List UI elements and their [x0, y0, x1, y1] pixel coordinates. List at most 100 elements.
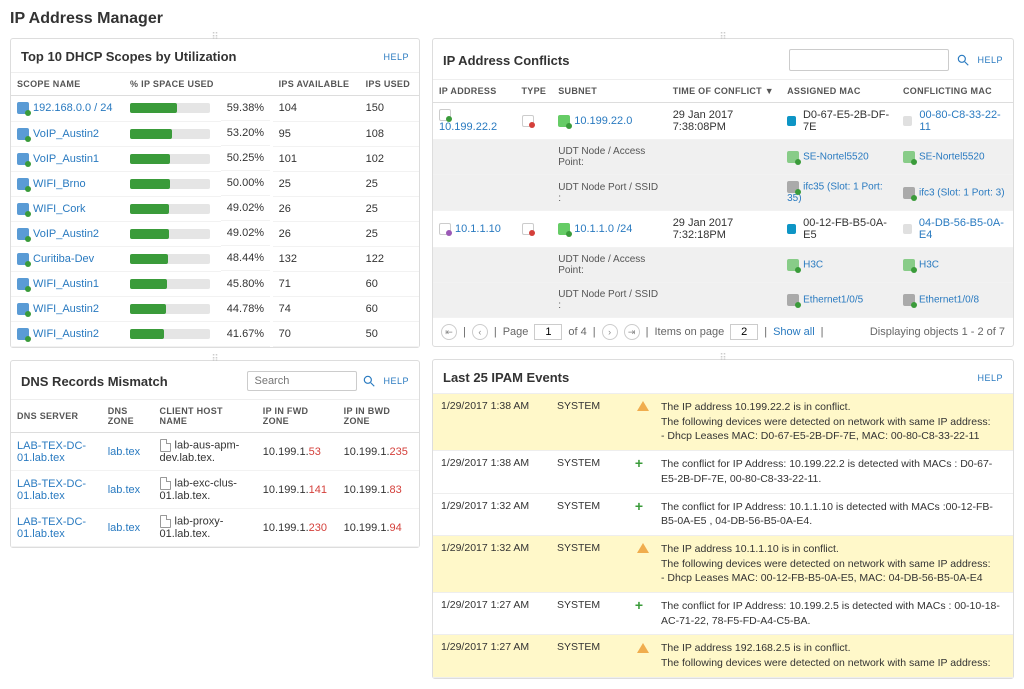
col-subnet[interactable]: SUBNET: [552, 80, 666, 103]
pct-used-value: 59.38%: [221, 96, 270, 121]
dns-zone-link[interactable]: lab.tex: [108, 446, 140, 458]
col-conflicting-mac[interactable]: CONFLICTING MAC: [897, 80, 1013, 103]
usage-bar: [130, 154, 210, 164]
scope-name-link[interactable]: WIFI_Austin2: [33, 328, 99, 340]
scope-name-link[interactable]: 192.168.0.0 / 24: [33, 102, 113, 114]
col-type[interactable]: TYPE: [516, 80, 553, 103]
col-assigned-mac[interactable]: ASSIGNED MAC: [781, 80, 897, 103]
usage-bar: [130, 179, 210, 189]
pct-used-value: 45.80%: [221, 272, 270, 297]
scope-name-link[interactable]: Curitiba-Dev: [33, 253, 94, 265]
help-link[interactable]: HELP: [977, 373, 1003, 383]
scope-name-link[interactable]: WIFI_Cork: [33, 203, 86, 215]
scope-name-link[interactable]: WIFI_Austin2: [33, 303, 99, 315]
pct-used-value: 49.02%: [221, 196, 270, 221]
scope-name-link[interactable]: VoIP_Austin1: [33, 153, 99, 165]
pager-items-input[interactable]: [730, 324, 758, 340]
ip-address-link[interactable]: 10.1.1.10: [455, 223, 501, 235]
search-input[interactable]: [247, 371, 357, 391]
help-link[interactable]: HELP: [383, 52, 409, 62]
assigned-node-link[interactable]: SE-Nortel5520: [803, 152, 869, 163]
dns-server-link[interactable]: LAB-TEX-DC-01.lab.tex: [17, 440, 86, 464]
pager-page-input[interactable]: [534, 324, 562, 340]
scope-name-link[interactable]: VoIP_Austin2: [33, 128, 99, 140]
event-source: SYSTEM: [557, 500, 627, 512]
table-row: WIFI_Austin241.67%7050: [11, 322, 419, 347]
usage-bar: [130, 129, 210, 139]
pct-used-value: 41.67%: [221, 322, 270, 347]
event-source: SYSTEM: [557, 400, 627, 412]
col-ips-avail[interactable]: IPS AVAILABLE: [273, 73, 360, 96]
pager-prev-button[interactable]: ‹: [472, 324, 488, 340]
col-ip-bwd[interactable]: IP IN BWD ZONE: [338, 400, 419, 433]
pct-used-value: 49.02%: [221, 221, 270, 246]
node-icon: [903, 151, 915, 163]
vendor-icon: [903, 116, 912, 126]
node-icon: [903, 259, 915, 271]
event-message: The IP address 10.1.1.10 is in conflict.…: [661, 542, 1005, 586]
assigned-mac: 00-12-FB-B5-0A-E5: [803, 217, 891, 241]
table-row: Curitiba-Dev48.44%132122: [11, 246, 419, 271]
scope-name-link[interactable]: WIFI_Brno: [33, 178, 86, 190]
pager-sep: |: [821, 326, 824, 338]
col-ips-used[interactable]: IPS USED: [360, 73, 419, 96]
pager-show-all-link[interactable]: Show all: [773, 326, 815, 338]
col-client-host[interactable]: CLIENT HOST NAME: [154, 400, 257, 433]
assigned-mac: D0-67-E5-2B-DF-7E: [803, 109, 891, 133]
ips-avail-value: 101: [273, 146, 360, 171]
page-title: IP Address Manager: [10, 10, 1014, 28]
type-icon: [522, 223, 534, 235]
port-icon: [903, 294, 915, 306]
col-pct-used[interactable]: % IP SPACE USED: [124, 73, 273, 96]
pager-next-button[interactable]: ›: [602, 324, 618, 340]
conflict-port-link[interactable]: Ethernet1/0/8: [919, 295, 979, 306]
pager-last-button[interactable]: ⇥: [624, 324, 640, 340]
ips-avail-value: 70: [273, 322, 360, 347]
col-scope-name[interactable]: SCOPE NAME: [11, 73, 124, 96]
ips-avail-value: 25: [273, 171, 360, 196]
conflict-node-link[interactable]: SE-Nortel5520: [919, 152, 985, 163]
help-link[interactable]: HELP: [383, 376, 409, 386]
conflicting-mac-link[interactable]: 04-DB-56-B5-0A-E4: [919, 217, 1007, 241]
udt-node-label: UDT Node / Access Point:: [552, 140, 666, 175]
scope-name-link[interactable]: WIFI_Austin1: [33, 278, 99, 290]
dns-zone-link[interactable]: lab.tex: [108, 522, 140, 534]
col-ip-fwd[interactable]: IP IN FWD ZONE: [257, 400, 338, 433]
table-row: WIFI_Austin145.80%7160: [11, 272, 419, 297]
udt-node-label: UDT Node / Access Point:: [552, 248, 666, 283]
pager-first-button[interactable]: ⇤: [441, 324, 457, 340]
col-ip[interactable]: IP ADDRESS: [433, 80, 516, 103]
node-icon: [787, 151, 799, 163]
col-time[interactable]: TIME OF CONFLICT ▼: [667, 80, 781, 103]
table-subrow: UDT Node / Access Point: H3C H3C: [433, 248, 1013, 283]
dns-server-link[interactable]: LAB-TEX-DC-01.lab.tex: [17, 478, 86, 502]
col-dns-zone[interactable]: DNS ZONE: [102, 400, 154, 433]
assigned-port-link[interactable]: Ethernet1/0/5: [803, 295, 863, 306]
conflict-port-link[interactable]: ifc3 (Slot: 1 Port: 3): [919, 187, 1005, 198]
document-icon: [160, 477, 171, 490]
assigned-port-link[interactable]: ifc35 (Slot: 1 Port: 35): [787, 182, 882, 204]
scope-name-link[interactable]: VoIP_Austin2: [33, 228, 99, 240]
dns-zone-link[interactable]: lab.tex: [108, 484, 140, 496]
subnet-link[interactable]: 10.199.22.0: [574, 115, 632, 127]
document-icon: [160, 515, 171, 528]
event-time: 1/29/2017 1:32 AM: [441, 542, 551, 554]
port-icon: [787, 181, 799, 193]
panel-title-events: Last 25 IPAM Events: [443, 370, 569, 385]
conflicting-mac-link[interactable]: 00-80-C8-33-22-11: [919, 109, 1007, 133]
col-dns-server[interactable]: DNS SERVER: [11, 400, 102, 433]
conflict-time: 29 Jan 2017 7:38:08PM: [667, 103, 781, 140]
search-icon[interactable]: [361, 373, 377, 389]
subnet-link[interactable]: 10.1.1.0 /24: [574, 223, 632, 235]
assigned-node-link[interactable]: H3C: [803, 260, 823, 271]
search-icon[interactable]: [955, 52, 971, 68]
conflict-node-link[interactable]: H3C: [919, 260, 939, 271]
search-input[interactable]: [789, 49, 949, 71]
event-message: The IP address 10.199.22.2 is in conflic…: [661, 400, 1005, 444]
ip-fwd-value: 10.199.1.230: [257, 509, 338, 547]
ip-bwd-value: 10.199.1.94: [338, 509, 419, 547]
help-link[interactable]: HELP: [977, 55, 1003, 65]
ip-address-link[interactable]: 10.199.22.2: [439, 121, 497, 133]
dns-server-link[interactable]: LAB-TEX-DC-01.lab.tex: [17, 516, 86, 540]
pager-sep: |: [593, 326, 596, 338]
